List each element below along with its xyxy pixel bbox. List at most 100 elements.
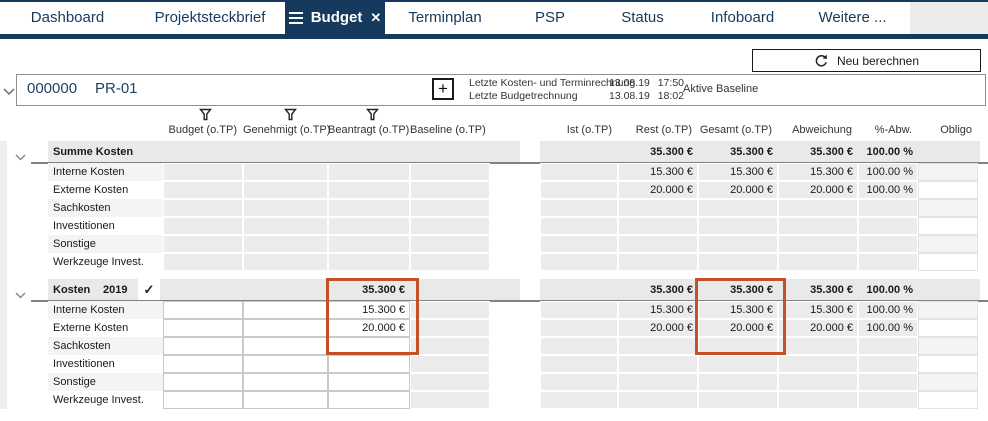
tab-budget[interactable]: Budget✕ [285,2,385,34]
group-collapse-chevron[interactable] [15,148,26,166]
cell-budget [163,181,243,199]
cell-rest [618,391,698,409]
filter-funnel-icon[interactable] [366,108,379,121]
cell-genehmigt[interactable] [243,301,328,319]
group-value-pabw: 100.00 % [858,279,918,301]
tab-bar: DashboardProjektsteckbriefBudget✕Terminp… [0,2,988,34]
cell-abweichung [778,199,858,217]
cell-rest [618,373,698,391]
cell-rest [618,217,698,235]
cell-pabw [858,235,918,253]
cell-rest: 20.000 € [618,181,698,199]
row-label-werkzeuge-invest: Werkzeuge Invest. [48,253,163,271]
recalculate-button[interactable]: Neu berechnen [752,49,981,72]
cell-budget[interactable] [163,391,243,409]
cell-beantragt [328,253,410,271]
tabbar-underline [0,34,988,39]
cell-beantragt[interactable] [328,391,410,409]
project-collapse-chevron[interactable] [3,83,15,101]
tab-psp[interactable]: PSP [505,2,595,34]
column-header-rest: Rest (o.TP) [618,124,692,136]
cell-ist [540,253,618,271]
row-label-interne-kosten: Interne Kosten [48,301,163,319]
row-label-sachkosten: Sachkosten [48,337,163,355]
last-budget-calc-label: Letzte Budgetrechnung [469,90,578,103]
cell-budget [163,217,243,235]
cell-budget[interactable] [163,319,243,337]
cell-ist [540,235,618,253]
group-value-pabw: 100.00 % [858,141,918,163]
column-header-pabw: %-Abw. [858,124,912,136]
column-header-budget: Budget (o.TP) [163,124,237,136]
filter-funnel-icon[interactable] [199,108,212,121]
tab-terminplan[interactable]: Terminplan [385,2,505,34]
cell-ist [540,373,618,391]
cell-abweichung: 20.000 € [778,181,858,199]
cell-beantragt[interactable]: 20.000 € [328,319,410,337]
group-year: 2019 [103,279,127,301]
cell-obligo [918,319,978,337]
cell-pabw: 100.00 % [858,181,918,199]
cell-abweichung: 20.000 € [778,319,858,337]
row-label-investitionen: Investitionen [48,355,163,373]
cell-gesamt: 15.300 € [698,301,778,319]
cell-genehmigt[interactable] [243,319,328,337]
cell-genehmigt[interactable] [243,337,328,355]
cell-beantragt [328,199,410,217]
group-checkmark-icon[interactable]: ✓ [138,279,160,301]
tab-projektsteckbrief[interactable]: Projektsteckbrief [135,2,285,34]
cell-genehmigt [243,163,328,181]
cell-baseline [410,199,490,217]
cell-rest [618,253,698,271]
cell-budget[interactable] [163,337,243,355]
close-icon[interactable]: ✕ [370,2,381,34]
cell-budget[interactable] [163,301,243,319]
cell-obligo [918,163,978,181]
cell-pabw [858,355,918,373]
row-label-sonstige: Sonstige [48,235,163,253]
cell-beantragt[interactable] [328,373,410,391]
cell-pabw [858,373,918,391]
cell-pabw [858,391,918,409]
cell-beantragt[interactable] [328,337,410,355]
row-label-interne-kosten: Interne Kosten [48,163,163,181]
cell-genehmigt[interactable] [243,391,328,409]
cell-beantragt [328,217,410,235]
cell-genehmigt [243,181,328,199]
cell-beantragt[interactable] [328,355,410,373]
add-button[interactable]: + [432,78,454,100]
cell-abweichung [778,253,858,271]
refresh-icon [814,54,829,68]
cell-obligo [918,199,978,217]
cell-ist [540,181,618,199]
cell-pabw [858,253,918,271]
cell-genehmigt[interactable] [243,373,328,391]
cell-ist [540,337,618,355]
tab-dashboard[interactable]: Dashboard [0,2,135,34]
cell-budget[interactable] [163,355,243,373]
cell-rest [618,199,698,217]
tab-status[interactable]: Status [595,2,690,34]
cell-beantragt[interactable]: 15.300 € [328,301,410,319]
cell-abweichung [778,355,858,373]
tab-weitere[interactable]: Weitere ... [795,2,910,34]
tab-infoboard[interactable]: Infoboard [690,2,795,34]
cell-pabw: 100.00 % [858,301,918,319]
cell-genehmigt[interactable] [243,355,328,373]
filter-funnel-icon[interactable] [284,108,297,121]
cell-baseline [410,181,490,199]
cell-baseline [410,391,490,409]
cell-obligo [918,181,978,199]
cell-gesamt: 20.000 € [698,181,778,199]
column-header-genehmigt: Genehmigt (o.TP) [243,124,322,136]
cell-baseline [410,163,490,181]
cell-budget [163,163,243,181]
cell-budget[interactable] [163,373,243,391]
cell-beantragt [328,163,410,181]
cell-abweichung: 15.300 € [778,301,858,319]
hamburger-icon[interactable] [289,12,303,24]
row-label-sonstige: Sonstige [48,373,163,391]
cell-pabw: 100.00 % [858,163,918,181]
cell-budget [163,199,243,217]
group-collapse-chevron[interactable] [15,286,26,304]
